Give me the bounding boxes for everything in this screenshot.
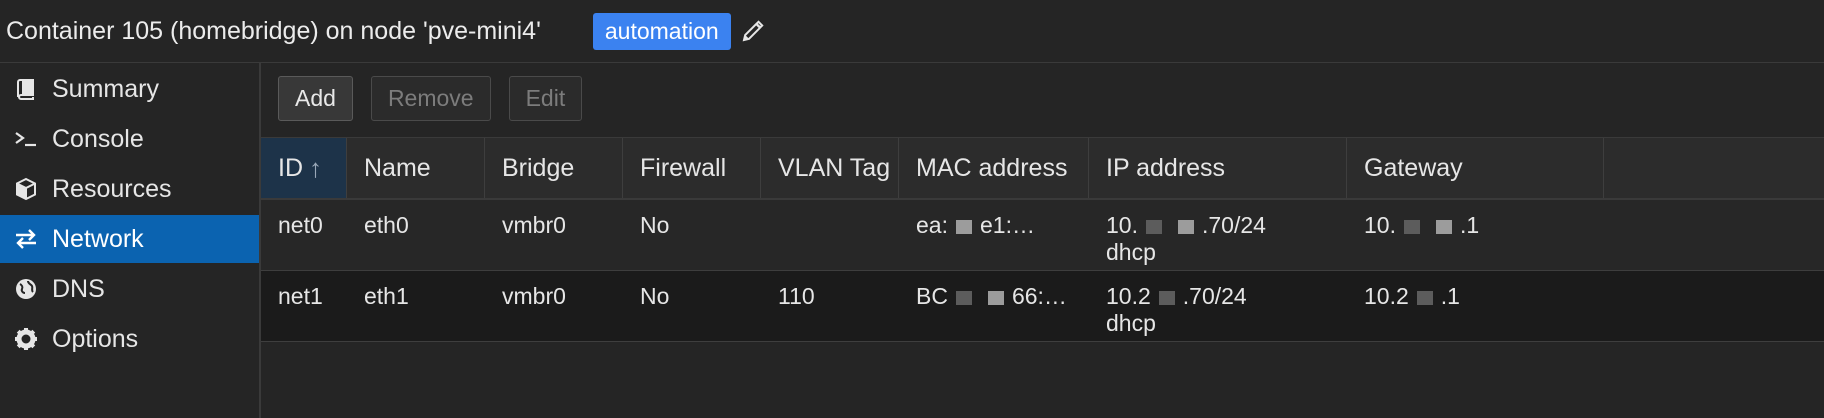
sidebar-item-options[interactable]: Options bbox=[0, 315, 259, 363]
column-header-id[interactable]: ID ↑ bbox=[261, 138, 347, 198]
sidebar-item-console[interactable]: Console bbox=[0, 115, 259, 163]
cell-vlan: 110 bbox=[778, 283, 815, 309]
redaction-mark bbox=[955, 219, 972, 234]
sort-ascending-icon: ↑ bbox=[309, 152, 322, 183]
table-row[interactable]: net1 eth1 vmbr0 No 110 BC 66:… 10.2.70/24… bbox=[261, 271, 1824, 342]
sidebar-item-dns[interactable]: DNS bbox=[0, 265, 259, 313]
remove-button[interactable]: Remove bbox=[370, 75, 491, 121]
sidebar-item-network[interactable]: Network bbox=[0, 215, 259, 263]
cell-bridge: vmbr0 bbox=[502, 283, 566, 309]
gear-icon bbox=[0, 327, 52, 351]
cell-gateway: 10.2.1 bbox=[1364, 283, 1460, 309]
grid-header: ID ↑ Name Bridge Firewall VLAN Tag MAC a… bbox=[261, 137, 1824, 200]
sidebar-item-summary[interactable]: Summary bbox=[0, 65, 259, 113]
sidebar-item-label: DNS bbox=[52, 274, 105, 303]
sidebar-item-label: Network bbox=[52, 224, 144, 253]
sidebar: Summary Console Resources Network DNS Op… bbox=[0, 63, 261, 418]
pencil-icon[interactable] bbox=[741, 19, 765, 43]
cube-icon bbox=[0, 177, 52, 201]
sidebar-item-resources[interactable]: Resources bbox=[0, 165, 259, 213]
edit-button[interactable]: Edit bbox=[508, 75, 583, 121]
redaction-mark bbox=[1416, 290, 1433, 305]
column-header-bridge[interactable]: Bridge bbox=[485, 138, 623, 198]
cell-mac: ea: e1:… bbox=[916, 212, 1035, 238]
cell-vlan bbox=[761, 200, 899, 270]
cell-gateway: 10. .1 bbox=[1364, 212, 1480, 238]
book-icon bbox=[0, 77, 52, 101]
cell-name: eth1 bbox=[364, 283, 409, 309]
redaction-mark bbox=[1177, 219, 1194, 234]
sidebar-item-label: Summary bbox=[52, 74, 159, 103]
redaction-mark bbox=[1435, 219, 1452, 234]
redaction-mark bbox=[1145, 219, 1162, 234]
terminal-icon bbox=[0, 127, 52, 151]
column-header-vlan-tag[interactable]: VLAN Tag bbox=[761, 138, 899, 198]
title-bar: Container 105 (homebridge) on node 'pve-… bbox=[0, 0, 1824, 63]
tag-badge-automation[interactable]: automation bbox=[592, 12, 731, 50]
cell-firewall: No bbox=[640, 283, 670, 309]
sidebar-item-label: Options bbox=[52, 324, 139, 353]
column-header-mac-address[interactable]: MAC address bbox=[899, 138, 1089, 198]
redaction-mark bbox=[1403, 219, 1420, 234]
sidebar-item-label: Resources bbox=[52, 174, 172, 203]
cell-firewall: No bbox=[640, 212, 670, 238]
globe-icon bbox=[0, 277, 52, 301]
table-row[interactable]: net0 eth0 vmbr0 No ea: e1:… 10. .70/24 dhc… bbox=[261, 200, 1824, 271]
cell-id: net0 bbox=[278, 212, 323, 238]
column-header-gateway[interactable]: Gateway bbox=[1347, 138, 1604, 198]
cell-mac: BC 66:… bbox=[916, 283, 1067, 309]
redaction-mark bbox=[955, 290, 972, 305]
cell-name: eth0 bbox=[364, 212, 409, 238]
add-button[interactable]: Add bbox=[278, 75, 353, 121]
redaction-mark bbox=[1158, 290, 1175, 305]
redaction-mark bbox=[987, 290, 1004, 305]
cell-bridge: vmbr0 bbox=[502, 212, 566, 238]
column-header-ip-address[interactable]: IP address bbox=[1089, 138, 1347, 198]
page-title: Container 105 (homebridge) on node 'pve-… bbox=[6, 16, 541, 45]
column-header-firewall[interactable]: Firewall bbox=[623, 138, 761, 198]
exchange-icon bbox=[0, 227, 52, 251]
network-panel: Add Remove Edit ID ↑ Name Bridge Firewal… bbox=[261, 63, 1824, 418]
sidebar-item-label: Console bbox=[52, 124, 144, 153]
column-header-name[interactable]: Name bbox=[347, 138, 485, 198]
network-grid: ID ↑ Name Bridge Firewall VLAN Tag MAC a… bbox=[261, 137, 1824, 342]
cell-ip: 10. .70/24 dhcp bbox=[1106, 212, 1266, 265]
cell-ip: 10.2.70/24 dhcp bbox=[1106, 283, 1247, 336]
cell-id: net1 bbox=[278, 283, 323, 309]
toolbar: Add Remove Edit bbox=[261, 63, 1824, 133]
